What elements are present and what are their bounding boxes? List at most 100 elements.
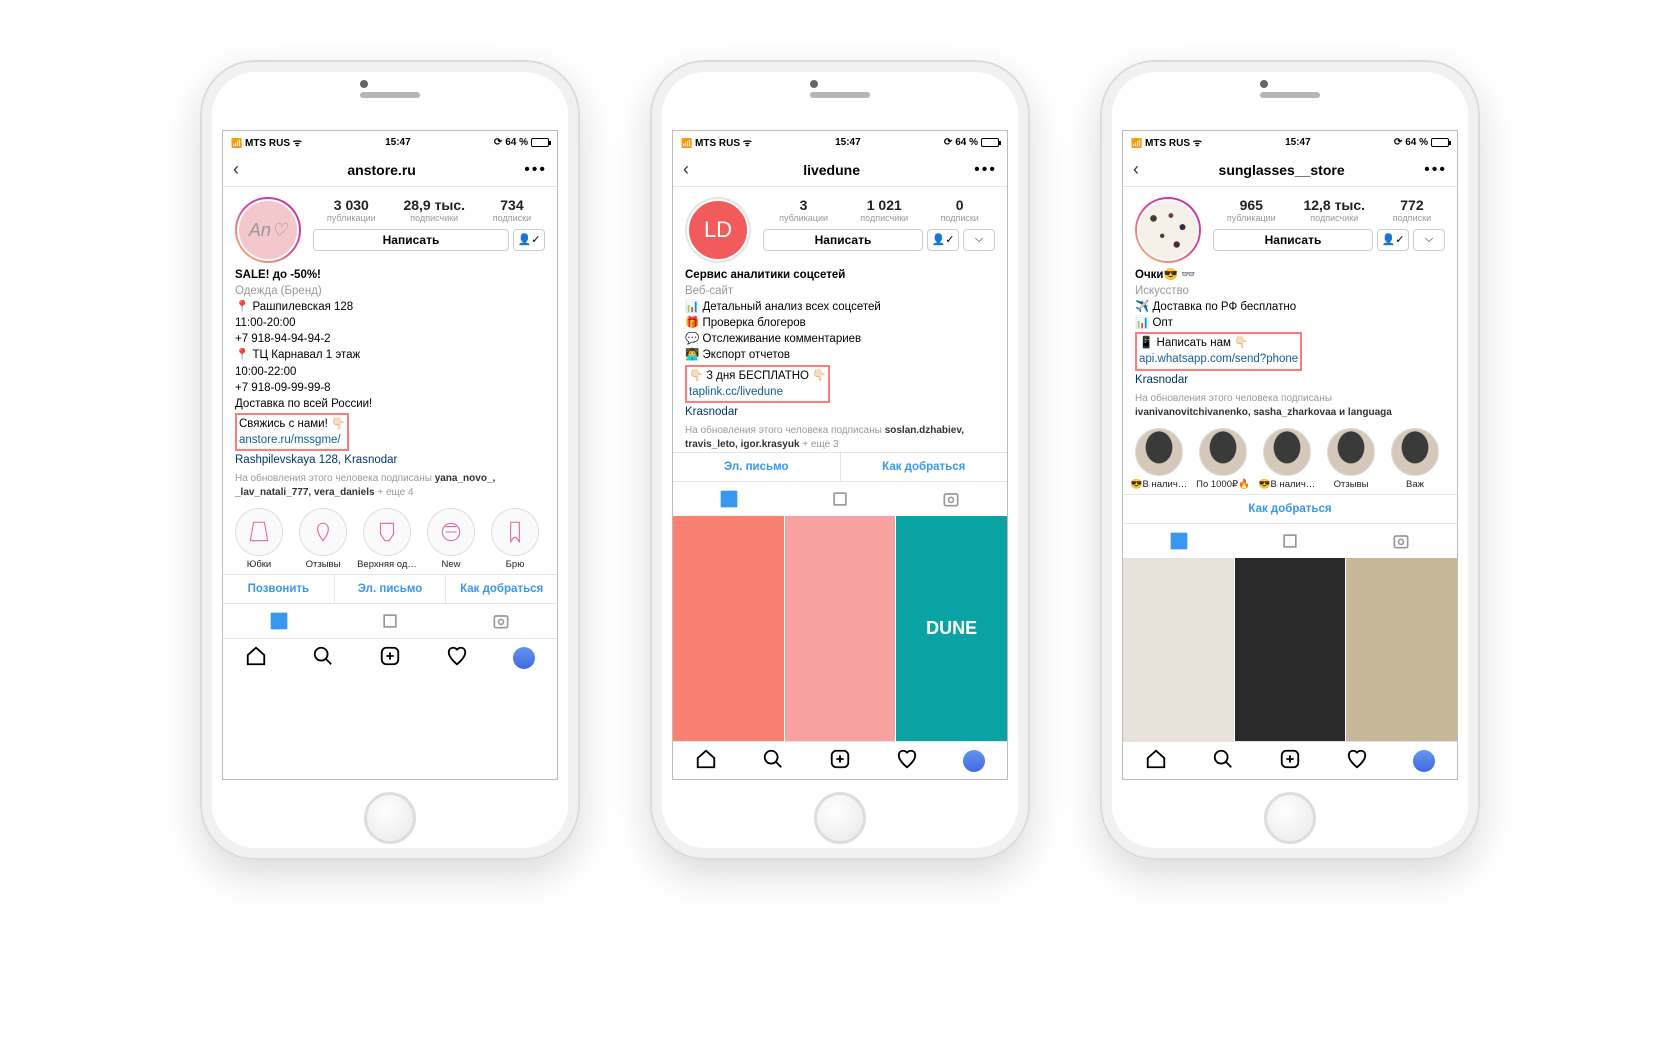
location[interactable]: Krasnodar xyxy=(685,404,995,420)
tab-feed[interactable] xyxy=(784,482,895,516)
post-thumbnail[interactable] xyxy=(673,516,784,741)
stat-followers[interactable]: 28,9 тыс.подписчики xyxy=(403,197,465,223)
story-highlights: 😎В налич… По 1000₽🔥 😎В налич… Отзывы Важ xyxy=(1123,420,1457,494)
avatar[interactable] xyxy=(1135,197,1201,263)
phone-frame: MTS RUS ᯤ 15:47 ⟳64 % ‹ anstore.ru ••• A… xyxy=(200,60,580,860)
follow-toggle-button[interactable]: 👤✓ xyxy=(513,229,545,251)
screen: MTS RUS ᯤ15:47⟳64 % ‹sunglasses__store••… xyxy=(1122,130,1458,780)
back-button[interactable]: ‹ xyxy=(233,159,239,180)
avatar[interactable]: An♡ xyxy=(235,197,301,263)
post-thumbnail[interactable] xyxy=(1235,558,1346,741)
highlight-item[interactable]: New xyxy=(421,508,481,570)
contact-row: Эл. письмо Как добраться xyxy=(673,452,1007,481)
highlight-item[interactable]: Важ xyxy=(1385,428,1445,490)
follow-toggle-button[interactable]: 👤✓ xyxy=(927,229,959,251)
nav-search[interactable] xyxy=(762,748,784,773)
nav-search[interactable] xyxy=(1212,748,1234,773)
contact-directions[interactable]: Как добраться xyxy=(446,575,557,603)
battery-icon xyxy=(531,138,549,147)
more-button[interactable]: ••• xyxy=(524,161,547,179)
message-button[interactable]: Написать xyxy=(313,229,509,251)
nav-home[interactable] xyxy=(695,748,717,773)
bio-link[interactable]: anstore.ru/mssgme/ xyxy=(239,434,341,446)
nav-activity[interactable] xyxy=(896,748,918,773)
stat-followers[interactable]: 1 021подписчики xyxy=(860,197,908,223)
nav-profile[interactable] xyxy=(963,750,985,772)
bio: SALE! до -50%! Одежда (Бренд) 📍 Рашпилев… xyxy=(223,267,557,500)
nav-search[interactable] xyxy=(312,645,334,670)
bio-link[interactable]: api.whatsapp.com/send?phone xyxy=(1139,353,1298,365)
contact-call[interactable]: Позвонить xyxy=(223,575,335,603)
avatar[interactable]: LD xyxy=(685,197,751,263)
highlight-item[interactable]: Отзывы xyxy=(293,508,353,570)
phone-frame: MTS RUS ᯤ15:47⟳64 % ‹sunglasses__store••… xyxy=(1100,60,1480,860)
nav-profile[interactable] xyxy=(1413,750,1435,772)
post-thumbnail[interactable] xyxy=(1123,558,1234,741)
contact-email[interactable]: Эл. письмо xyxy=(335,575,447,603)
post-grid xyxy=(1123,558,1457,741)
highlighted-cta: Свяжись с нами! 👇🏻 anstore.ru/mssgme/ xyxy=(235,413,349,451)
bio-link[interactable]: taplink.cc/livedune xyxy=(689,386,783,398)
home-button[interactable] xyxy=(1264,792,1316,844)
message-button[interactable]: Написать xyxy=(1213,229,1373,251)
contact-row: Как добраться xyxy=(1123,494,1457,523)
nav-activity[interactable] xyxy=(446,645,468,670)
stat-following[interactable]: 772подписки xyxy=(1393,197,1431,223)
tab-grid[interactable] xyxy=(673,482,784,516)
location[interactable]: Rashpilevskaya 128, Krasnodar xyxy=(235,452,545,468)
nav-add[interactable] xyxy=(829,748,851,773)
screen: MTS RUS ᯤ 15:47 ⟳64 % ‹ anstore.ru ••• A… xyxy=(222,130,558,780)
nav-activity[interactable] xyxy=(1346,748,1368,773)
tab-feed[interactable] xyxy=(334,604,445,638)
home-button[interactable] xyxy=(814,792,866,844)
stat-following[interactable]: 734подписки xyxy=(493,197,531,223)
follow-toggle-button[interactable]: 👤✓ xyxy=(1377,229,1409,251)
bottom-nav xyxy=(223,638,557,676)
stat-posts[interactable]: 3публикации xyxy=(779,197,828,223)
nav-add[interactable] xyxy=(379,645,401,670)
tab-grid[interactable] xyxy=(1123,524,1234,558)
post-thumbnail[interactable] xyxy=(785,516,896,741)
username-title: anstore.ru xyxy=(347,162,415,178)
stat-following[interactable]: 0подписки xyxy=(941,197,979,223)
suggest-button[interactable]: ⌵ xyxy=(1413,229,1445,251)
highlight-item[interactable]: Юбки xyxy=(229,508,289,570)
more-button[interactable]: ••• xyxy=(974,161,997,179)
status-time: 15:47 xyxy=(385,137,411,148)
highlight-item[interactable]: Брю xyxy=(485,508,545,570)
back-button[interactable]: ‹ xyxy=(1133,159,1139,180)
highlight-item[interactable]: Отзывы xyxy=(1321,428,1381,490)
contact-email[interactable]: Эл. письмо xyxy=(673,453,841,481)
stat-posts[interactable]: 965публикации xyxy=(1227,197,1276,223)
home-button[interactable] xyxy=(364,792,416,844)
tab-grid[interactable] xyxy=(223,604,334,638)
stat-posts[interactable]: 3 030публикации xyxy=(327,197,376,223)
username-title: livedune xyxy=(803,162,860,178)
stat-followers[interactable]: 12,8 тыс.подписчики xyxy=(1303,197,1365,223)
nav-add[interactable] xyxy=(1279,748,1301,773)
contact-directions[interactable]: Как добраться xyxy=(1123,495,1457,523)
highlight-item[interactable]: 😎В налич… xyxy=(1257,428,1317,490)
contact-directions[interactable]: Как добраться xyxy=(841,453,1008,481)
back-button[interactable]: ‹ xyxy=(683,159,689,180)
location[interactable]: Krasnodar xyxy=(1135,372,1445,388)
nav-home[interactable] xyxy=(245,645,267,670)
highlight-item[interactable]: По 1000₽🔥 xyxy=(1193,428,1253,490)
tab-tagged[interactable] xyxy=(446,604,557,638)
phone-frame: MTS RUS ᯤ15:47⟳64 % ‹livedune••• LD 3пуб… xyxy=(650,60,1030,860)
tab-tagged[interactable] xyxy=(896,482,1007,516)
story-highlights: Юбки Отзывы Верхняя од… New Брю xyxy=(223,500,557,574)
post-thumbnail[interactable] xyxy=(1346,558,1457,741)
post-thumbnail[interactable]: DUNE xyxy=(896,516,1007,741)
more-button[interactable]: ••• xyxy=(1424,161,1447,179)
tab-feed[interactable] xyxy=(1234,524,1345,558)
tab-tagged[interactable] xyxy=(1346,524,1457,558)
nav-home[interactable] xyxy=(1145,748,1167,773)
highlight-item[interactable]: Верхняя од… xyxy=(357,508,417,570)
nav-profile[interactable] xyxy=(513,647,535,669)
highlight-item[interactable]: 😎В налич… xyxy=(1129,428,1189,490)
suggest-button[interactable]: ⌵ xyxy=(963,229,995,251)
message-button[interactable]: Написать xyxy=(763,229,923,251)
battery-pct: 64 % xyxy=(505,137,528,148)
status-bar: MTS RUS ᯤ 15:47 ⟳64 % xyxy=(223,131,557,153)
